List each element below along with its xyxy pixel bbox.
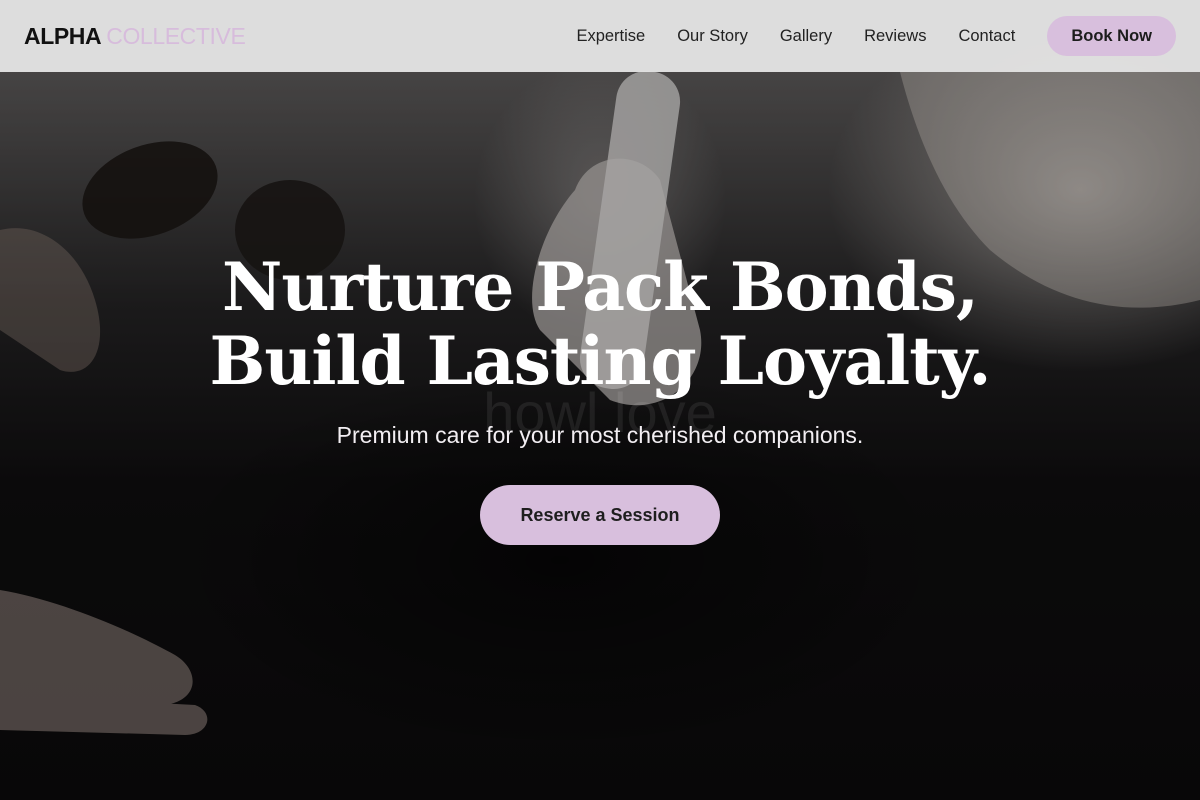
nav-link-contact[interactable]: Contact (958, 27, 1015, 46)
reserve-session-button[interactable]: Reserve a Session (480, 485, 720, 545)
nav-link-gallery[interactable]: Gallery (780, 27, 832, 46)
nav-link-expertise[interactable]: Expertise (576, 27, 645, 46)
hero-title: Nurture Pack Bonds, Build Lasting Loyalt… (0, 250, 1200, 398)
landing-page: ALPHA COLLECTIVE Expertise Our Story Gall… (0, 0, 1200, 800)
logo-accent-text: COLLECTIVE (106, 22, 246, 49)
hero-section: howl love Nurture Pack Bonds, Build Last… (0, 250, 1200, 545)
nav-link-reviews[interactable]: Reviews (864, 27, 926, 46)
book-now-button[interactable]: Book Now (1047, 16, 1176, 56)
nav-links: Expertise Our Story Gallery Reviews Cont… (576, 27, 1015, 46)
navbar: ALPHA COLLECTIVE Expertise Our Story Gall… (0, 0, 1200, 72)
hero-title-line-1: Nurture Pack Bonds, (222, 248, 979, 326)
logo-primary-text: ALPHA (24, 22, 102, 49)
hero-title-line-2: Build Lasting Loyalty. (209, 322, 992, 400)
nav-link-our-story[interactable]: Our Story (677, 27, 748, 46)
brand-logo[interactable]: ALPHA COLLECTIVE (24, 22, 246, 50)
hero-subtitle: Premium care for your most cherished com… (336, 422, 864, 448)
